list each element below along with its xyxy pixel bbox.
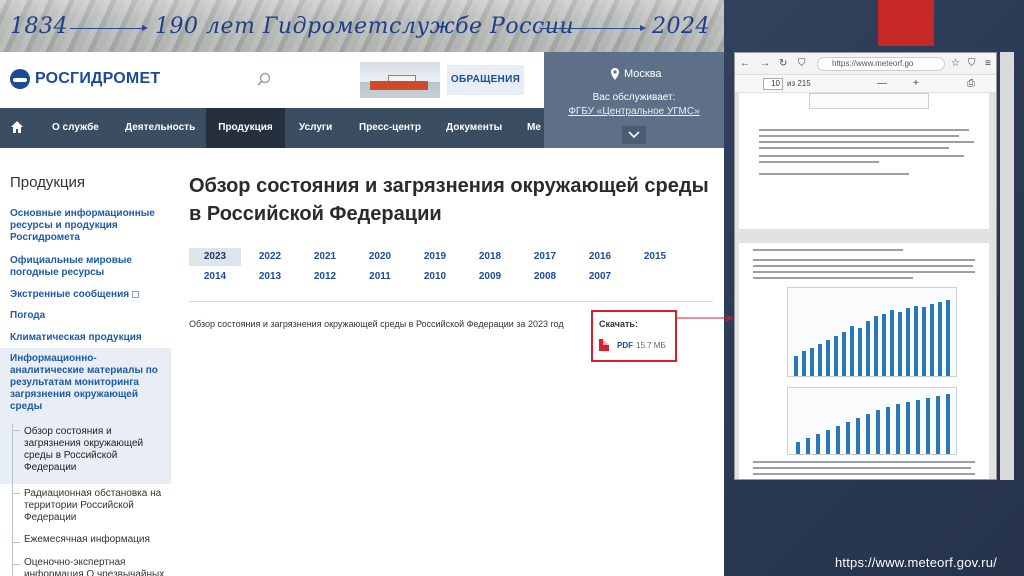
served-by-label: Вас обслуживает: — [592, 92, 676, 103]
sidebar-link-emergency-label: Экстренные сообщения — [10, 289, 130, 300]
pdf-page-current — [739, 243, 989, 479]
sidebar-subitem-monthly[interactable]: Ежемесячная информация — [24, 534, 169, 546]
sidebar-title: Продукция — [10, 174, 86, 191]
sidebar-link-climate[interactable]: Климатическая продукция — [10, 332, 142, 344]
appeals-button[interactable]: ОБРАЩЕНИЯ — [447, 65, 524, 95]
divider — [189, 301, 713, 302]
year-tab-2023[interactable]: 2023 — [189, 248, 241, 266]
document-title: Обзор состояния и загрязнения окружающей… — [189, 319, 564, 329]
year-tab-2021[interactable]: 2021 — [299, 248, 351, 266]
sidebar-subitem-expert[interactable]: Оценочно-экспертная информация О чрезвыч… — [24, 557, 169, 576]
viewer-scrollbar[interactable] — [1000, 52, 1014, 480]
page-number-input[interactable]: 10 — [763, 78, 783, 90]
pdf-file-icon — [599, 339, 609, 351]
sidebar-tree-tick — [12, 493, 20, 494]
footer-url: https://www.meteorf.gov.ru/ — [835, 555, 997, 570]
back-icon[interactable]: ← — [740, 58, 750, 70]
sidebar-link-main-resources[interactable]: Основные информационные ресурсы и продук… — [10, 208, 160, 244]
slide-accent-tab — [878, 0, 934, 46]
location-city[interactable]: Москва — [624, 68, 662, 80]
forward-icon[interactable]: → — [760, 58, 770, 70]
year-tab-2009[interactable]: 2009 — [464, 268, 516, 286]
year-tab-2011[interactable]: 2011 — [354, 268, 406, 286]
banner-arrow-right — [540, 25, 646, 31]
served-by-organization[interactable]: ФГБУ «Центральное УГМС» — [544, 106, 724, 117]
icebreaker-banner-image[interactable] — [360, 62, 440, 98]
pdf-bar-chart-1 — [787, 287, 957, 377]
sidebar-tree-tick — [12, 430, 20, 431]
location-pin-icon — [611, 68, 619, 80]
nav-item-about[interactable]: О службе — [52, 108, 99, 148]
callout-arrow — [676, 314, 734, 322]
year-tab-2018[interactable]: 2018 — [464, 248, 516, 266]
page-total-label: из 215 — [787, 79, 811, 88]
rosgidromet-logo-icon[interactable] — [10, 69, 30, 89]
menu-icon[interactable]: ≡ — [985, 58, 991, 70]
nav-item-products[interactable]: Продукция — [206, 108, 285, 148]
pdf-format-label: PDF — [617, 341, 633, 350]
nav-item-services[interactable]: Услуги — [299, 108, 332, 148]
year-tab-2008[interactable]: 2008 — [519, 268, 571, 286]
sidebar-link-analytics[interactable]: Информационно-аналитические материалы по… — [10, 353, 160, 413]
banner-year-end: 2024 — [652, 14, 710, 39]
year-tab-2020[interactable]: 2020 — [354, 248, 406, 266]
banner-title: 190 лет Гидрометслужбе России — [155, 14, 575, 39]
year-tab-2013[interactable]: 2013 — [244, 268, 296, 286]
nav-item-more[interactable]: Ме — [527, 108, 541, 148]
pdf-viewer-window: ← → ↻ ⛉ https://www.meteorf.go ☆ ⛉ ≡ 10 … — [734, 52, 997, 480]
location-panel: Москва Вас обслуживает: ФГБУ «Центрально… — [544, 52, 724, 148]
year-tab-2019[interactable]: 2019 — [409, 248, 461, 266]
chevron-down-icon — [628, 131, 640, 139]
print-icon[interactable]: ⎙ — [967, 78, 975, 90]
reload-icon[interactable]: ↻ — [779, 58, 787, 70]
shield-icon[interactable]: ⛉ — [798, 58, 806, 70]
sidebar-link-weather[interactable]: Погода — [10, 310, 45, 322]
nav-item-activity[interactable]: Деятельность — [125, 108, 195, 148]
website-screenshot: РОСГИДРОМЕТ ОБРАЩЕНИЯ Москва Вас обслужи… — [0, 52, 724, 576]
year-tab-2007[interactable]: 2007 — [574, 268, 626, 286]
page-title: Обзор состояния и загрязнения окружающей… — [189, 175, 709, 225]
site-logo[interactable]: РОСГИДРОМЕТ — [35, 70, 160, 88]
anniversary-banner: 1834 190 лет Гидрометслужбе России 2024 — [0, 0, 724, 52]
location-expand-button[interactable] — [622, 126, 646, 144]
pdf-toolbar: 10 из 215 — + ⎙ — [735, 75, 996, 93]
sidebar-tree-tick — [12, 564, 20, 565]
sidebar-tree-tick — [12, 542, 20, 543]
bookmark-star-icon[interactable]: ☆ — [951, 58, 960, 70]
download-label: Скачать: — [599, 319, 638, 329]
banner-year-start: 1834 — [10, 14, 68, 39]
search-icon[interactable] — [256, 72, 272, 88]
pdf-bar-chart-2 — [787, 387, 957, 455]
pdf-download-link[interactable]: PDF 15.7 МБ — [617, 341, 666, 350]
sidebar-subitem-review[interactable]: Обзор состояния и загрязнения окружающей… — [24, 426, 154, 474]
pdf-canvas[interactable] — [735, 93, 996, 479]
browser-toolbar: ← → ↻ ⛉ https://www.meteorf.go ☆ ⛉ ≡ — [735, 53, 996, 75]
year-tab-2010[interactable]: 2010 — [409, 268, 461, 286]
main-nav: О службе Деятельность Продукция Услуги П… — [0, 108, 544, 148]
pocket-icon[interactable]: ⛉ — [968, 58, 976, 70]
sidebar-tree-line — [12, 424, 13, 576]
year-tab-2022[interactable]: 2022 — [244, 248, 296, 266]
year-tab-2017[interactable]: 2017 — [519, 248, 571, 266]
zoom-in-button[interactable]: + — [913, 78, 919, 90]
year-tab-2016[interactable]: 2016 — [574, 248, 626, 266]
pdf-page-previous — [739, 93, 989, 229]
pdf-size-label: 15.7 МБ — [636, 341, 666, 350]
download-box-highlight: Скачать: PDF 15.7 МБ — [591, 310, 677, 362]
sidebar-link-world-weather[interactable]: Официальные мировые погодные ресурсы — [10, 255, 150, 279]
year-tab-2014[interactable]: 2014 — [189, 268, 241, 286]
address-bar[interactable]: https://www.meteorf.go — [817, 57, 945, 71]
nav-item-documents[interactable]: Документы — [446, 108, 502, 148]
year-tab-2015[interactable]: 2015 — [629, 248, 681, 266]
home-icon[interactable] — [10, 120, 24, 134]
zoom-out-button[interactable]: — — [877, 78, 887, 90]
pdf-thumbnail-chart — [809, 93, 929, 109]
banner-arrow-left — [70, 25, 148, 31]
sidebar-link-emergency[interactable]: Экстренные сообщения — [10, 289, 170, 301]
sidebar-subitem-radiation[interactable]: Радиационная обстановка на территории Ро… — [24, 488, 169, 524]
year-tab-2012[interactable]: 2012 — [299, 268, 351, 286]
external-link-icon — [132, 290, 140, 298]
nav-item-press-center[interactable]: Пресс-центр — [359, 108, 421, 148]
